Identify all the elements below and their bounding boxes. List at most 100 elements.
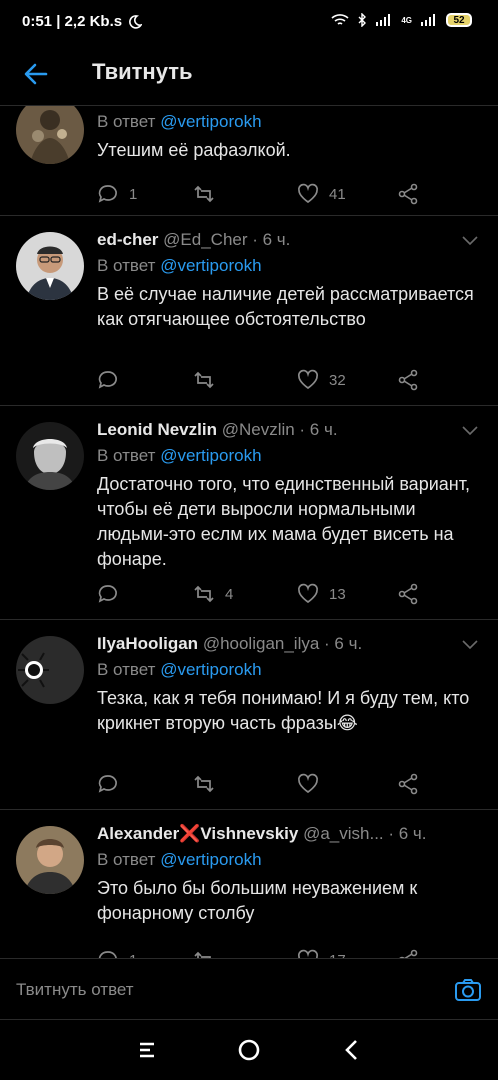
tweet-text: Это было бы большим неуважением к фонарн… [97, 878, 418, 923]
tweet-header: ed-cher @Ed_Cher · 6 ч. [97, 230, 290, 250]
reply-to-line: В ответ @vertiporokh [97, 850, 262, 869]
menu-icon[interactable] [134, 1036, 162, 1064]
chevron-down-icon[interactable] [462, 236, 478, 246]
app-header: Твитнуть [0, 44, 498, 106]
chevron-down-icon[interactable] [462, 426, 478, 436]
tweet[interactable]: IlyaHooligan @hooligan_ilya · 6 ч. В отв… [0, 620, 498, 810]
mention-link[interactable]: @vertiporokh [160, 256, 261, 275]
like-button[interactable]: 41 [297, 182, 346, 206]
mention-link[interactable]: @vertiporokh [160, 850, 261, 869]
tweet-actions: 4 13 [97, 582, 457, 606]
author-name[interactable]: IlyaHooligan [97, 634, 198, 653]
author-name[interactable]: ed-cher [97, 230, 158, 249]
avatar[interactable] [16, 232, 84, 300]
retweet-icon [194, 775, 214, 793]
retweet-button[interactable] [193, 368, 225, 392]
chevron-down-icon[interactable] [462, 640, 478, 650]
like-count: 32 [329, 371, 346, 389]
share-button[interactable] [397, 368, 419, 392]
avatar[interactable] [16, 422, 84, 490]
battery-level: 52 [453, 14, 465, 26]
status-bar: 0:51 | 2,2 Kb.s 4G 52 [0, 0, 498, 44]
retweet-icon [194, 951, 211, 958]
wifi-icon [331, 14, 349, 25]
share-button[interactable] [397, 948, 419, 958]
back-arrow-icon[interactable] [22, 60, 50, 88]
signal-icon [421, 14, 435, 26]
tweet-text: Достаточно того, что единственный вариан… [97, 474, 470, 569]
reply-to-line: В ответ @vertiporokh [97, 446, 262, 465]
tweet[interactable]: ed-cher @Ed_Cher · 6 ч. В ответ @vertipo… [0, 216, 498, 406]
reply-icon [98, 775, 117, 793]
mention-link[interactable]: @vertiporokh [160, 446, 261, 465]
share-button[interactable] [397, 582, 419, 606]
avatar[interactable] [16, 106, 84, 164]
camera-icon[interactable] [454, 976, 482, 1004]
tweet-actions: 1 17 [97, 948, 457, 958]
like-count: 41 [329, 185, 346, 203]
heart-icon [297, 583, 319, 604]
reply-button[interactable] [97, 582, 129, 606]
retweet-button[interactable]: 4 [193, 582, 233, 606]
moon-icon [129, 14, 143, 29]
retweet-icon [194, 585, 214, 603]
replies-feed[interactable]: В ответ @vertiporokh Утешим её рафаэлкой… [0, 106, 498, 958]
author-handle: @Nevzlin · 6 ч. [221, 420, 338, 439]
retweet-button[interactable] [193, 772, 225, 796]
like-count: 13 [329, 585, 346, 603]
share-icon [398, 369, 418, 391]
network-type: 4G [401, 15, 412, 25]
reply-to-line: В ответ @vertiporokh [97, 660, 262, 679]
reply-input[interactable] [16, 978, 416, 1002]
share-icon [398, 183, 418, 205]
like-button[interactable]: 32 [297, 368, 346, 392]
retweet-icon [194, 185, 214, 203]
reply-button[interactable]: 1 [97, 948, 137, 958]
reply-to-line: В ответ @vertiporokh [97, 256, 262, 275]
tweet-header: Alexander❌Vishnevskiy @a_vish... · 6 ч. [97, 824, 427, 844]
heart-icon [297, 183, 319, 204]
mention-link[interactable]: @vertiporokh [160, 112, 261, 131]
tweet-text: В её случае наличие детей рассматриваетс… [97, 284, 474, 329]
tweet[interactable]: Alexander❌Vishnevskiy @a_vish... · 6 ч. … [0, 810, 498, 958]
reply-button[interactable]: 1 [97, 182, 137, 206]
tweet[interactable]: Leonid Nevzlin @Nevzlin · 6 ч. В ответ @… [0, 406, 498, 620]
battery-icon: 52 [446, 13, 472, 27]
tweet-header: Leonid Nevzlin @Nevzlin · 6 ч. [97, 420, 338, 440]
tweet-text: Утешим её рафаэлкой. [97, 140, 291, 160]
tweet[interactable]: В ответ @vertiporokh Утешим её рафаэлкой… [0, 106, 498, 216]
like-button[interactable] [297, 772, 329, 796]
tweet-actions: 1 41 [97, 182, 457, 206]
signal-icon [376, 14, 391, 26]
reply-count: 1 [129, 185, 138, 203]
retweet-icon [194, 371, 214, 389]
author-name[interactable]: Alexander❌Vishnevskiy [97, 824, 298, 843]
home-circle-icon[interactable] [235, 1036, 263, 1064]
author-name[interactable]: Leonid Nevzlin [97, 420, 217, 439]
back-chevron-icon[interactable] [338, 1036, 366, 1064]
reply-icon [98, 951, 117, 958]
avatar[interactable] [16, 636, 84, 704]
share-button[interactable] [397, 772, 419, 796]
reply-button[interactable] [97, 368, 129, 392]
heart-icon [297, 949, 319, 958]
reply-button[interactable] [97, 772, 129, 796]
author-handle: @hooligan_ilya · 6 ч. [202, 634, 363, 653]
retweet-count: 4 [225, 585, 234, 603]
page-title: Твитнуть [92, 59, 193, 84]
retweet-button[interactable] [193, 948, 225, 958]
author-handle: @Ed_Cher · 6 ч. [163, 230, 291, 249]
avatar[interactable] [16, 826, 84, 894]
tweet-text: Тезка, как я тебя понимаю! И я буду тем,… [97, 688, 470, 733]
like-button[interactable]: 13 [297, 582, 346, 606]
share-button[interactable] [397, 182, 419, 206]
bluetooth-icon [358, 13, 367, 27]
mention-link[interactable]: @vertiporokh [160, 660, 261, 679]
retweet-button[interactable] [193, 182, 225, 206]
reply-icon [98, 585, 117, 603]
like-button[interactable]: 17 [297, 948, 346, 958]
author-handle: @a_vish... · 6 ч. [303, 824, 427, 843]
heart-icon [297, 773, 319, 794]
heart-icon [297, 369, 319, 390]
reply-to-line: В ответ @vertiporokh [97, 112, 262, 131]
